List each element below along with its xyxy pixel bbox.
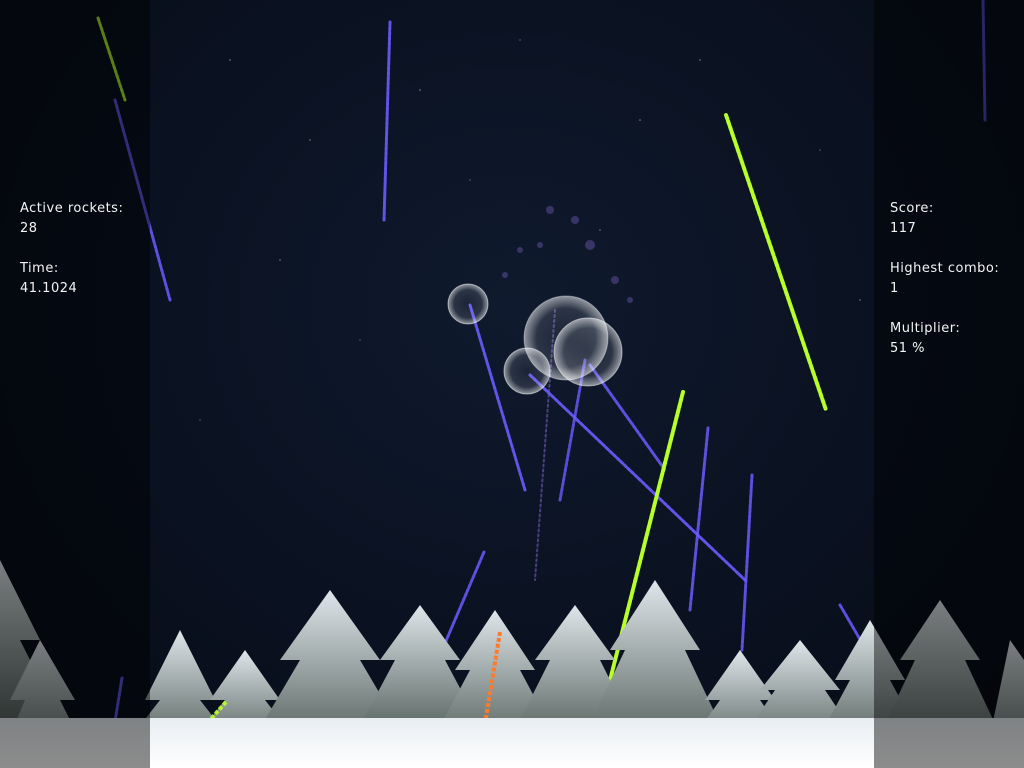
firework-bubble	[503, 347, 551, 395]
rocket-trail	[740, 473, 754, 652]
firework-bubble	[447, 283, 489, 325]
left-hud-panel	[0, 0, 150, 768]
rocket-trail	[468, 303, 527, 492]
score-value: 117	[890, 221, 917, 236]
explosion-sparks	[502, 206, 633, 303]
right-hud-panel	[874, 0, 1024, 768]
highest-combo-label: Highest combo:	[890, 261, 1000, 276]
rocket-trail	[528, 373, 747, 582]
snow-ground	[0, 718, 1024, 768]
rocket-trail	[724, 113, 828, 412]
time-value: 41.1024	[20, 281, 78, 296]
game-canvas[interactable]	[0, 0, 1024, 768]
firework-bubbles[interactable]	[447, 283, 623, 395]
time-label: Time:	[20, 261, 59, 276]
active-rockets-value: 28	[20, 221, 38, 236]
multiplier-value: 51 %	[890, 341, 926, 356]
rocket-trail	[382, 20, 392, 222]
rocket-trail	[688, 426, 710, 612]
score-label: Score:	[890, 201, 934, 216]
highest-combo-value: 1	[890, 281, 899, 296]
firework-bubble	[553, 317, 623, 387]
active-rockets-label: Active rockets:	[20, 201, 124, 216]
multiplier-label: Multiplier:	[890, 321, 961, 336]
